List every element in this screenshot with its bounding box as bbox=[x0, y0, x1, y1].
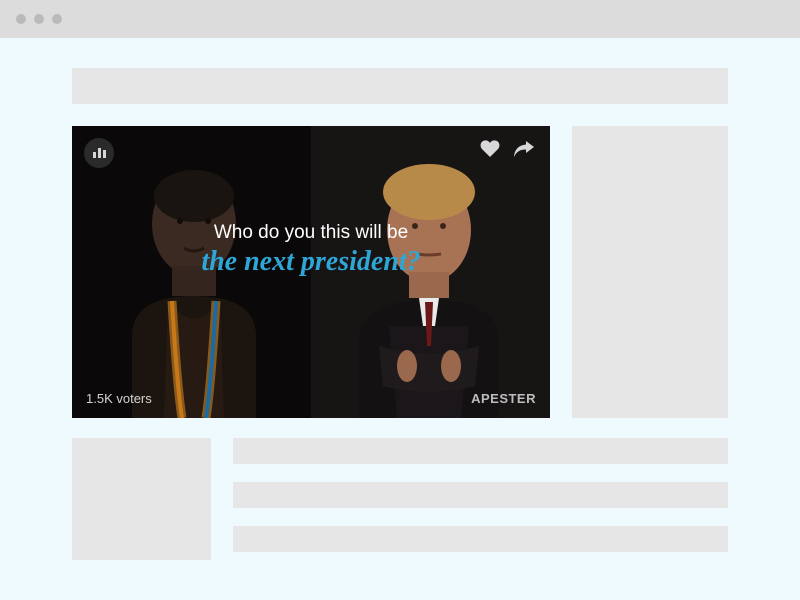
poll-overlay: Who do you this will be the next preside… bbox=[72, 126, 550, 418]
poll-bars-icon bbox=[93, 148, 106, 158]
poll-question: Who do you this will be the next preside… bbox=[72, 222, 550, 278]
placeholder-line bbox=[233, 438, 728, 464]
window-dot bbox=[16, 14, 26, 24]
placeholder-line bbox=[233, 526, 728, 552]
window-dot bbox=[52, 14, 62, 24]
widget-actions bbox=[480, 140, 534, 158]
page-wireframe: Who do you this will be the next preside… bbox=[0, 38, 800, 560]
browser-chrome bbox=[0, 0, 800, 38]
placeholder-sidebar bbox=[572, 126, 728, 418]
placeholder-header bbox=[72, 68, 728, 104]
poll-type-button[interactable] bbox=[84, 138, 114, 168]
brand-label: APESTER bbox=[471, 391, 536, 406]
placeholder-line bbox=[233, 482, 728, 508]
bottom-row bbox=[72, 438, 728, 560]
heart-icon[interactable] bbox=[480, 140, 500, 158]
poll-widget[interactable]: Who do you this will be the next preside… bbox=[72, 126, 550, 418]
window-dot bbox=[34, 14, 44, 24]
question-line-1: Who do you this will be bbox=[72, 222, 550, 244]
question-line-2: the next president? bbox=[72, 246, 550, 278]
share-icon[interactable] bbox=[514, 141, 534, 157]
voters-count: 1.5K voters bbox=[86, 391, 152, 406]
main-row: Who do you this will be the next preside… bbox=[72, 126, 728, 418]
placeholder-thumb bbox=[72, 438, 211, 560]
placeholder-lines bbox=[233, 438, 728, 560]
